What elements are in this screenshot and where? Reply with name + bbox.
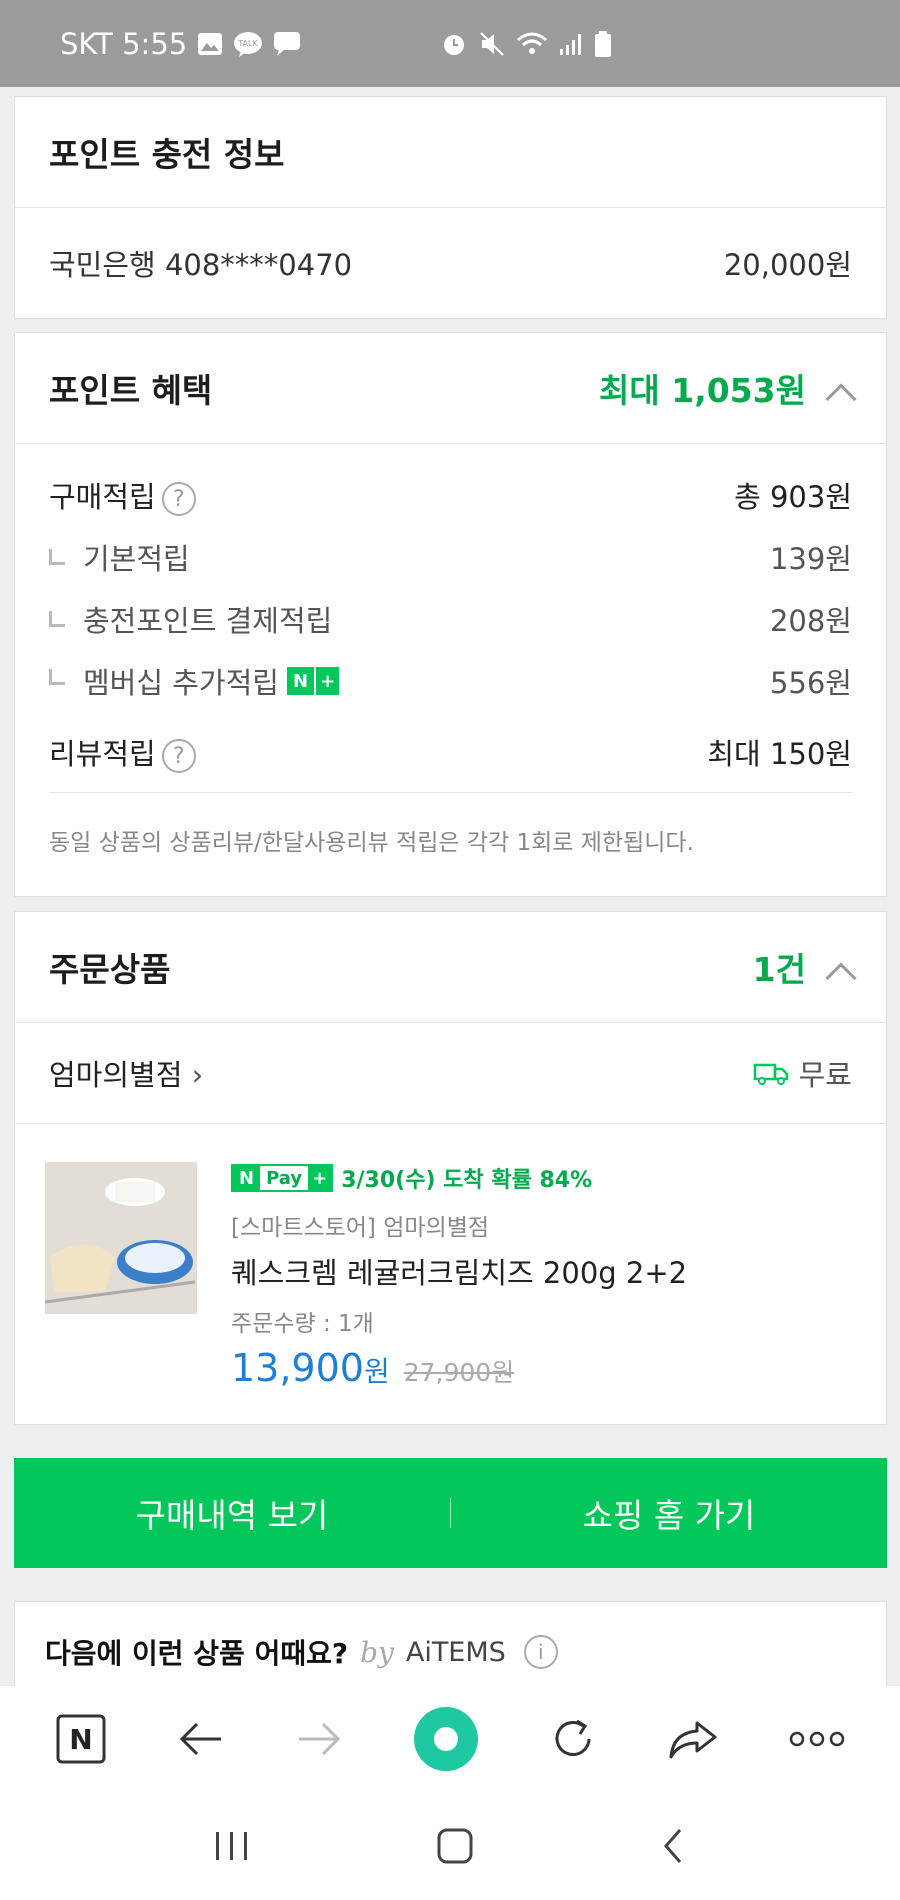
carrier-time: SKT 5:55 <box>60 26 188 61</box>
shipping-info: 무료 <box>753 1052 852 1094</box>
list-item: 멤버십 추가적립 N + 556원 <box>15 650 886 712</box>
list-item: 기본적립 139원 <box>15 526 886 588</box>
help-icon[interactable]: ? <box>161 482 196 516</box>
action-button-bar: 구매내역 보기 쇼핑 홈 가기 <box>14 1458 887 1568</box>
green-dot-icon[interactable] <box>413 1706 479 1776</box>
benefits-title: 포인트 혜택 <box>49 371 213 410</box>
indent-icon <box>49 611 65 627</box>
charge-info-card: 포인트 충전 정보 국민은행 408****0470 20,000원 <box>14 96 887 319</box>
help-icon[interactable]: ? <box>161 739 196 773</box>
review-value: 최대 150원 <box>707 737 852 771</box>
list-item: 충전포인트 결제적립 208원 <box>15 588 886 650</box>
indent-icon <box>49 549 65 565</box>
review-label: 리뷰적립 <box>49 737 156 771</box>
order-quantity: 주문수량 : 1개 <box>231 1311 374 1337</box>
product-item[interactable]: N Pay + 3/30(수) 도착 확률 84% [스마트스토어] 엄마의별점 퀘… <box>15 1124 886 1414</box>
more-icon[interactable] <box>789 1729 845 1753</box>
system-nav-bar <box>0 1796 900 1900</box>
forward-arrow-icon[interactable] <box>295 1719 343 1763</box>
status-bar: SKT 5:55 TALK <box>0 0 900 87</box>
back-icon[interactable] <box>658 1826 688 1870</box>
store-link[interactable]: 엄마의별점 › <box>49 1052 203 1094</box>
arrival-estimate: 3/30(수) 도착 확률 84% <box>341 1168 593 1193</box>
svg-text:TALK: TALK <box>238 39 259 48</box>
benefits-card: 포인트 혜택 최대 1,053원 구매적립? 총 903원 기본적립 139원 … <box>14 332 887 897</box>
order-count: 1건 <box>753 943 857 994</box>
home-icon[interactable] <box>435 1826 475 1870</box>
recommend-by: by <box>360 1635 394 1669</box>
chevron-up-icon[interactable] <box>825 962 857 994</box>
order-card: 주문상품 1건 엄마의별점 › 무료 N Pay + 3/30(수) 도착 확률 8… <box>14 911 887 1425</box>
purchase-history-button[interactable]: 구매내역 보기 <box>14 1489 450 1537</box>
browser-toolbar: N <box>0 1686 900 1796</box>
product-name[interactable]: 퀘스크렘 레귤러크림치즈 200g 2+2 <box>231 1250 856 1292</box>
charge-account: 국민은행 408****0470 <box>49 248 353 282</box>
svg-text:N: N <box>69 1723 92 1756</box>
share-icon[interactable] <box>667 1717 719 1765</box>
back-arrow-icon[interactable] <box>177 1719 225 1763</box>
shopping-home-button[interactable]: 쇼핑 홈 가기 <box>451 1489 887 1537</box>
signal-icon <box>558 31 584 57</box>
chevron-up-icon[interactable] <box>825 383 857 415</box>
order-header[interactable]: 주문상품 1건 <box>15 912 886 1022</box>
price-unit: 원 <box>363 1355 390 1388</box>
order-title: 주문상품 <box>49 950 171 989</box>
charge-amount: 20,000원 <box>723 248 852 282</box>
aitems-brand: AiTEMS <box>405 1636 506 1668</box>
recent-apps-icon[interactable] <box>212 1828 252 1868</box>
charge-info-title: 포인트 충전 정보 <box>49 135 285 174</box>
naver-home-icon[interactable]: N <box>55 1713 107 1769</box>
message-icon <box>273 31 301 57</box>
wifi-icon <box>516 30 548 58</box>
purchase-label: 구매적립 <box>49 480 156 514</box>
recommend-title: 다음에 이런 상품 어때요? <box>45 1637 349 1670</box>
alarm-icon <box>440 30 468 58</box>
talk-icon: TALK <box>233 31 263 57</box>
refresh-icon[interactable] <box>549 1715 597 1767</box>
npay-plus-badge: N Pay + <box>231 1164 334 1192</box>
mute-icon <box>478 30 506 58</box>
product-thumbnail[interactable] <box>45 1162 197 1314</box>
membership-badge: N + <box>286 667 340 695</box>
battery-icon <box>594 30 612 58</box>
benefits-header[interactable]: 포인트 혜택 최대 1,053원 <box>15 333 886 443</box>
original-price: 27,900원 <box>403 1358 515 1387</box>
sale-price: 13,900 <box>231 1346 364 1390</box>
truck-icon <box>753 1063 788 1085</box>
purchase-total: 총 903원 <box>734 480 852 514</box>
benefits-notice: 동일 상품의 상품리뷰/한달사용리뷰 적립은 각각 1회로 제한됩니다. <box>49 830 694 856</box>
gallery-icon <box>197 32 223 56</box>
seller-name: [스마트스토어] 엄마의별점 <box>231 1215 490 1241</box>
indent-icon <box>49 669 65 685</box>
benefits-max: 최대 1,053원 <box>599 364 857 415</box>
info-icon[interactable]: i <box>523 1635 558 1669</box>
